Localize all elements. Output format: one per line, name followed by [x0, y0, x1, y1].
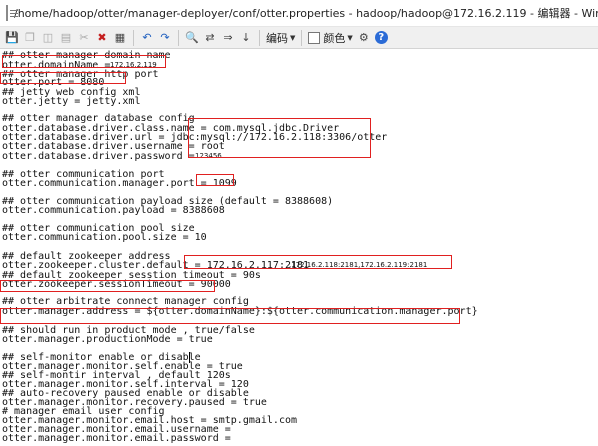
- editor-app-icon: [6, 5, 18, 21]
- editor-line: otter.communication.pool.size = 10: [2, 232, 207, 243]
- redo-icon[interactable]: ↷: [157, 30, 173, 46]
- toolbar-separator: [301, 29, 303, 46]
- highlight-box-database: [188, 118, 371, 158]
- editor-line: otter.manager.productionMode = true: [2, 334, 213, 345]
- toolbar-separator: [133, 29, 134, 46]
- toolbar-separator: [178, 29, 179, 46]
- highlight-box-session-timeout: [0, 280, 215, 292]
- highlight-box-zookeeper: [184, 255, 452, 269]
- help-icon[interactable]: ?: [374, 31, 388, 44]
- highlight-box-manager-address: [0, 308, 460, 324]
- editor-toolbar: 💾 ❐ ◫ ▤ ✂ ✖ ▦ ↶ ↷ 🔍 ⇄ ⇒ ↓ 编码 ▼ 颜色 ▼ ⚙ ?: [0, 27, 598, 49]
- highlight-box-port: [0, 72, 126, 84]
- save-copy-icon[interactable]: ❐: [22, 30, 38, 46]
- text-editor[interactable]: ## otter manager domain name otter.domai…: [0, 50, 598, 446]
- window-title: /home/hadoop/otter/manager-deployer/conf…: [14, 7, 598, 20]
- editor-line: otter.database.driver.password =: [2, 151, 201, 162]
- editor-line: otter.communication.payload = 8388608: [2, 205, 225, 216]
- color-label: 颜色: [323, 31, 346, 45]
- save-icon[interactable]: 💾: [4, 30, 20, 46]
- settings-icon[interactable]: ⚙: [356, 30, 372, 46]
- toolbar-separator: [259, 29, 260, 46]
- color-dropdown[interactable]: 颜色 ▼: [308, 30, 353, 46]
- encoding-dropdown[interactable]: 编码 ▼: [266, 30, 295, 46]
- editor-line: otter.jetty = jetty.xml: [2, 96, 141, 107]
- color-swatch: [308, 31, 321, 44]
- cut-icon[interactable]: ✂: [76, 30, 92, 46]
- editor-line: otter.manager.monitor.email.password =: [2, 433, 237, 444]
- find-icon[interactable]: 🔍: [184, 30, 200, 46]
- text-cursor: [189, 352, 190, 363]
- delete-icon[interactable]: ✖: [94, 30, 110, 46]
- copy-icon[interactable]: ◫: [40, 30, 56, 46]
- replace-icon[interactable]: ⇄: [202, 30, 218, 46]
- highlight-box-domain: [2, 55, 166, 68]
- undo-icon[interactable]: ↶: [139, 30, 155, 46]
- find-next-icon[interactable]: ⇒: [220, 30, 236, 46]
- paste-icon[interactable]: ▤: [58, 30, 74, 46]
- goto-line-icon[interactable]: ↓: [238, 30, 254, 46]
- select-all-icon[interactable]: ▦: [112, 30, 128, 46]
- highlight-box-communication-port: [196, 174, 234, 186]
- encoding-label: 编码: [266, 31, 288, 45]
- chevron-down-icon: ▼: [347, 33, 353, 42]
- title-bar: /home/hadoop/otter/manager-deployer/conf…: [0, 0, 598, 27]
- chevron-down-icon: ▼: [290, 33, 296, 42]
